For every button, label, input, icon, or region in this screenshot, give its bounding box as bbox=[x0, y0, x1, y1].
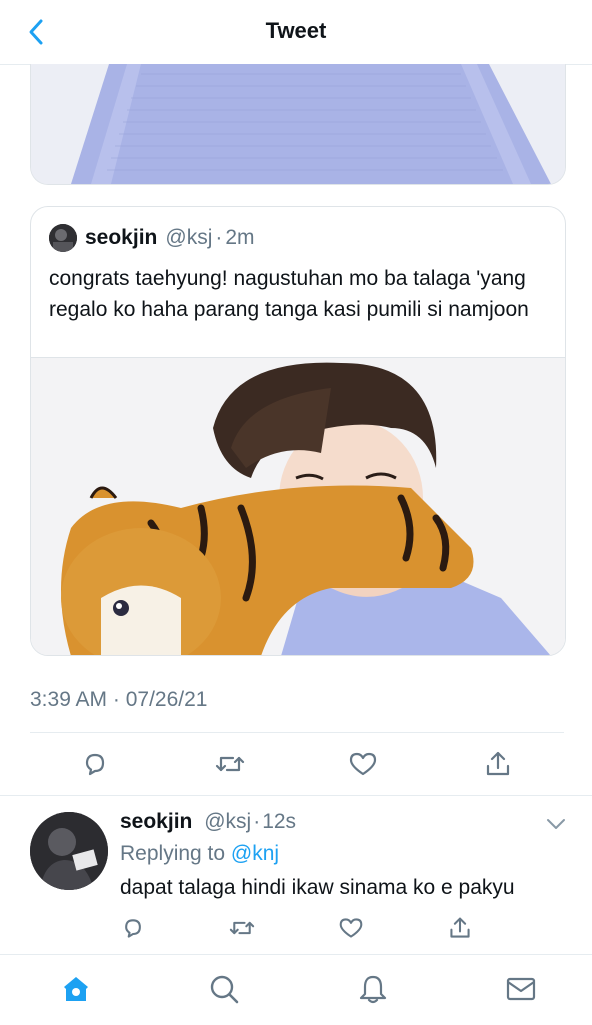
search-icon bbox=[210, 975, 239, 1004]
chevron-down-icon bbox=[547, 819, 565, 829]
separator: · bbox=[253, 810, 261, 833]
tweet-media-image[interactable] bbox=[30, 64, 566, 185]
quoted-tweet[interactable]: seokjin @ksj · 2m congrats taehyung! nag… bbox=[30, 206, 566, 656]
bell-icon bbox=[359, 975, 387, 1004]
heart-icon bbox=[349, 752, 377, 776]
comment-icon bbox=[125, 919, 141, 938]
avatar bbox=[49, 224, 77, 252]
quoted-time: 2m bbox=[225, 226, 255, 249]
tab-search[interactable] bbox=[202, 967, 246, 1011]
tab-messages[interactable] bbox=[499, 967, 543, 1011]
share-icon bbox=[486, 751, 510, 776]
photo-with-tiger-plush bbox=[31, 358, 565, 655]
replying-to: Replying to @knj bbox=[120, 842, 279, 866]
tab-bar bbox=[0, 954, 592, 1025]
replying-to-link[interactable]: @knj bbox=[231, 842, 279, 865]
quoted-tweet-text: congrats taehyung! nagustuhan mo ba tala… bbox=[49, 267, 529, 321]
share-icon bbox=[450, 917, 470, 938]
avatar[interactable] bbox=[30, 812, 108, 890]
retweet-icon bbox=[229, 921, 255, 935]
like-button[interactable] bbox=[343, 744, 383, 784]
divider bbox=[0, 795, 592, 796]
page-title: Tweet bbox=[265, 18, 327, 43]
comment-icon bbox=[85, 753, 105, 776]
quoted-tweet-header: seokjin @ksj · 2m bbox=[49, 223, 255, 253]
reply-author-name: seokjin bbox=[120, 810, 193, 833]
reply-button[interactable] bbox=[75, 744, 115, 784]
quoted-author-handle: @ksj bbox=[165, 226, 213, 249]
reply-header: seokjin @ksj·12s bbox=[120, 810, 296, 834]
reply-like-button[interactable] bbox=[331, 908, 371, 948]
reply-time: 12s bbox=[262, 810, 297, 833]
divider bbox=[30, 732, 564, 733]
reply-text: dapat talaga hindi ikaw sinama ko e paky… bbox=[120, 876, 515, 899]
mail-icon bbox=[506, 977, 536, 1001]
replying-to-label: Replying to bbox=[120, 842, 226, 865]
separator: · bbox=[215, 226, 223, 249]
tab-notifications[interactable] bbox=[351, 967, 395, 1011]
quoted-author-name: seokjin bbox=[85, 226, 158, 249]
retweet-button[interactable] bbox=[210, 744, 250, 784]
tab-home[interactable] bbox=[54, 967, 98, 1011]
reply-retweet-button[interactable] bbox=[222, 908, 262, 948]
tweet-menu-button[interactable] bbox=[544, 812, 568, 836]
reply-reply-button[interactable] bbox=[113, 908, 153, 948]
share-button[interactable] bbox=[478, 744, 518, 784]
quoted-tweet-image[interactable] bbox=[31, 357, 565, 655]
top-bar: Tweet bbox=[0, 0, 592, 65]
sweater-image bbox=[31, 64, 565, 184]
tweet-timestamp: 3:39 AM · 07/26/21 bbox=[30, 688, 208, 711]
reply-share-button[interactable] bbox=[440, 908, 480, 948]
reply-author-handle: @ksj bbox=[204, 810, 252, 833]
retweet-icon bbox=[215, 756, 245, 772]
heart-icon bbox=[339, 918, 363, 938]
home-icon bbox=[64, 977, 88, 1001]
